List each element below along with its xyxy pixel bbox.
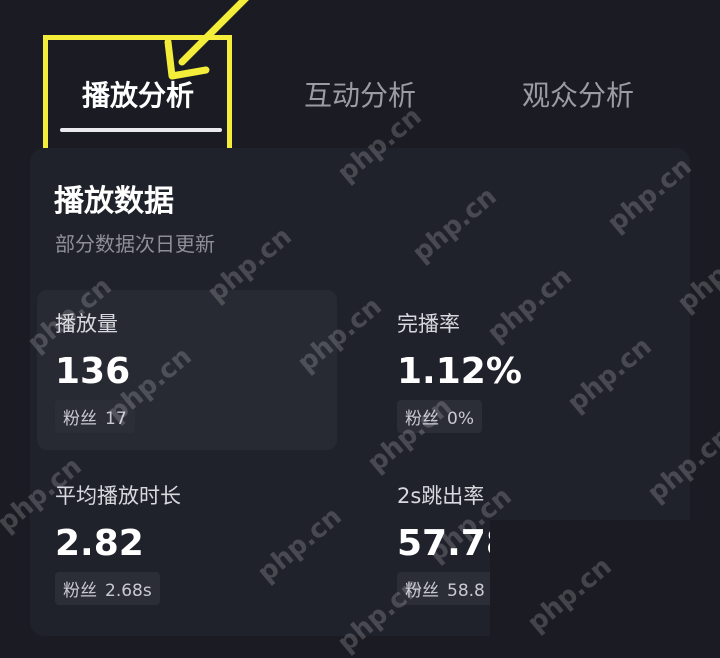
metric-value: 136 [55,351,131,392]
tab-interaction-analysis[interactable]: 互动分析 [304,78,416,114]
fan-badge: 粉丝 2.68s [55,572,160,605]
fan-label: 粉丝 [63,409,97,429]
fan-badge: 粉丝 17 [55,400,135,433]
metric-value: 1.12% [397,351,522,392]
metric-label: 2s跳出率 [397,484,485,508]
fan-badge: 粉丝 0% [397,400,482,433]
metric-value: 2.82 [55,523,144,564]
metric-completion-rate[interactable]: 完播率 1.12% 粉丝 0% [397,310,522,433]
tab-audience-analysis[interactable]: 观众分析 [522,78,634,114]
annotation-arrow-icon [164,0,249,80]
fan-badge: 粉丝 58.8 [397,572,493,605]
fan-label: 粉丝 [405,581,439,601]
card-subtitle: 部分数据次日更新 [55,232,215,256]
fan-value: 17 [105,409,127,429]
metric-label: 完播率 [397,312,460,336]
metric-label: 平均播放时长 [55,484,181,508]
cropped-corner [490,520,720,636]
fan-value: 0% [447,409,474,429]
fan-value: 58.8 [447,581,485,601]
metric-play-count[interactable]: 播放量 136 粉丝 17 [37,290,336,450]
metric-label: 播放量 [55,312,118,336]
fan-value: 2.68s [105,581,152,601]
fan-label: 粉丝 [63,581,97,601]
card-title: 播放数据 [54,184,174,219]
fan-label: 粉丝 [405,409,439,429]
metric-average-duration[interactable]: 平均播放时长 2.82 粉丝 2.68s [55,482,181,605]
